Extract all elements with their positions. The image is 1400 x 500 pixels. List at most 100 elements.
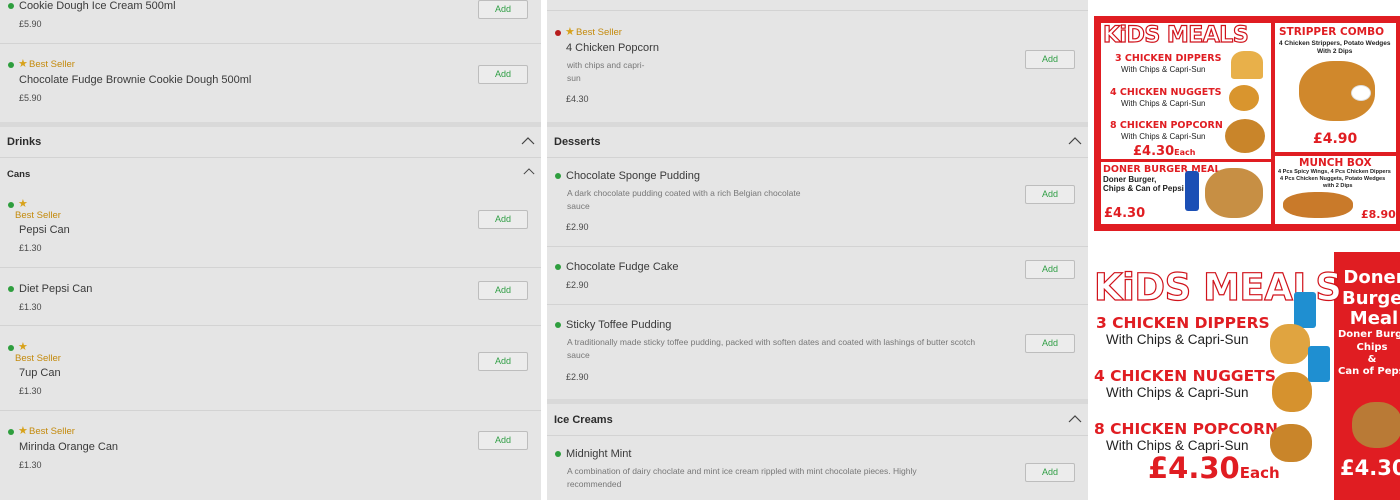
promo-price: £4.30Each — [1133, 144, 1196, 159]
add-button[interactable]: Add — [478, 352, 528, 371]
item-name: Pepsi Can — [19, 224, 70, 236]
promo-line: 4 CHICKEN NUGGETS — [1094, 367, 1276, 385]
star-icon: ★ — [18, 341, 28, 353]
section-header-drinks[interactable]: Drinks — [7, 136, 41, 149]
veg-indicator-icon — [555, 451, 561, 457]
doner-meal-title: DONER BURGER MEAL — [1103, 164, 1221, 175]
item-name: Diet Pepsi Can — [19, 283, 93, 295]
item-name: 7up Can — [19, 367, 61, 379]
doner-burger-meal-card: DONER BURGER MEAL Doner Burger, Chips & … — [1100, 161, 1272, 225]
munch-box-price: £8.90 — [1361, 208, 1396, 221]
item-description: A combination of dairy choclate and mint… — [567, 466, 917, 476]
chevron-up-icon[interactable] — [1068, 415, 1082, 423]
item-description: A dark chocolate pudding coated with a r… — [567, 188, 801, 198]
veg-indicator-icon — [8, 345, 14, 351]
munch-box-desc: 4 Pcs Spicy Wings, 4 Pcs Chicken Dippers — [1278, 169, 1391, 175]
item-name: Sticky Toffee Pudding — [566, 319, 672, 331]
veg-indicator-icon — [8, 429, 14, 435]
best-seller-badge: Best Seller — [576, 27, 622, 38]
best-seller-badge: Best Seller — [29, 426, 75, 437]
doner-side-title-3: Meal — [1349, 308, 1399, 329]
veg-indicator-icon — [555, 264, 561, 270]
doner-meal-desc: Doner Burger, — [1103, 175, 1157, 184]
item-name: 4 Chicken Popcorn — [566, 42, 659, 54]
item-description: with chips and capri- — [567, 60, 645, 70]
doner-meal-desc-cont: Chips & Can of Pepsi — [1103, 184, 1184, 193]
subsection-header-cans[interactable]: Cans — [7, 169, 30, 180]
star-icon: ★ — [18, 58, 28, 70]
munch-box-card: MUNCH BOX 4 Pcs Spicy Wings, 4 Pcs Chick… — [1274, 155, 1397, 225]
add-button[interactable]: Add — [1025, 50, 1075, 69]
doner-side-title-2: Burger — [1342, 288, 1400, 309]
item-price: £1.30 — [19, 460, 42, 470]
item-price: £2.90 — [566, 222, 589, 232]
best-seller-badge: Best Seller — [15, 353, 61, 364]
item-name: Chocolate Fudge Cake — [566, 261, 679, 273]
item-price: £1.30 — [19, 243, 42, 253]
doner-side-desc-4: Can of Pepsi — [1338, 366, 1400, 377]
item-price: £1.30 — [19, 302, 42, 312]
section-header-desserts[interactable]: Desserts — [554, 136, 600, 149]
chevron-up-icon[interactable] — [523, 168, 535, 175]
add-button[interactable]: Add — [1025, 463, 1075, 482]
item-price: £4.30 — [566, 94, 589, 104]
item-price: £5.90 — [19, 93, 42, 103]
add-button[interactable]: Add — [1025, 185, 1075, 204]
item-price: £1.30 — [19, 386, 42, 396]
doner-side-desc: Doner Burger — [1338, 329, 1400, 340]
promo-line: 8 CHICKEN POPCORN — [1094, 420, 1278, 438]
chevron-up-icon[interactable] — [521, 137, 535, 145]
stripper-combo-card: STRIPPER COMBO 4 Chicken Strippers, Pota… — [1274, 22, 1397, 153]
add-button[interactable]: Add — [1025, 260, 1075, 279]
promo-subline: With Chips & Capri-Sun — [1121, 132, 1206, 141]
star-icon: ★ — [18, 198, 28, 210]
stripper-combo-price: £4.90 — [1313, 131, 1358, 147]
best-seller-badge: Best Seller — [29, 59, 75, 70]
add-button[interactable]: Add — [478, 210, 528, 229]
add-button[interactable]: Add — [478, 431, 528, 450]
menu-panel-left: Cookie Dough Ice Cream 500ml £5.90 Add ★… — [0, 0, 541, 500]
promo-line: 3 CHICKEN DIPPERS — [1096, 314, 1270, 332]
add-button[interactable]: Add — [478, 0, 528, 19]
add-button[interactable]: Add — [478, 281, 528, 300]
veg-indicator-icon — [8, 286, 14, 292]
item-name: Mirinda Orange Can — [19, 441, 119, 453]
promo-image-kids-meals-doner: KiDS MEALS 3 CHICKEN DIPPERS With Chips … — [1094, 252, 1400, 500]
promo-line: 3 CHICKEN DIPPERS — [1115, 53, 1222, 64]
star-icon: ★ — [18, 425, 28, 437]
item-price: £5.90 — [19, 19, 42, 29]
kids-meals-banner: KiDS MEALS 3 CHICKEN DIPPERS With Chips … — [1094, 252, 1343, 500]
doner-side-price: £4.30 — [1340, 456, 1400, 480]
promo-subline: With Chips & Capri-Sun — [1106, 332, 1249, 347]
item-name: Chocolate Sponge Pudding — [566, 170, 700, 182]
promo-line: 4 CHICKEN NUGGETS — [1110, 87, 1222, 98]
promo-subline: With Chips & Capri-Sun — [1121, 65, 1206, 74]
star-icon: ★ — [565, 26, 575, 38]
stripper-combo-title: STRIPPER COMBO — [1279, 26, 1385, 38]
item-name: Cookie Dough Ice Cream 500ml — [19, 0, 176, 12]
doner-side-desc-2: Chips — [1356, 342, 1388, 353]
item-description-cont: sauce — [567, 201, 590, 211]
promo-subline: With Chips & Capri-Sun — [1106, 385, 1249, 400]
veg-indicator-icon — [8, 202, 14, 208]
item-name: Chocolate Fudge Brownie Cookie Dough 500… — [19, 74, 252, 86]
item-description-cont: sauce — [567, 350, 590, 360]
doner-side-title: Doner — [1343, 267, 1400, 288]
promo-line: 8 CHICKEN POPCORN — [1110, 120, 1223, 131]
promo-subline: With Chips & Capri-Sun — [1121, 99, 1206, 108]
stripper-combo-desc-cont: With 2 Dips — [1317, 48, 1353, 55]
doner-meal-price: £4.30 — [1104, 206, 1146, 221]
add-button[interactable]: Add — [478, 65, 528, 84]
section-header-ice-creams[interactable]: Ice Creams — [554, 414, 613, 427]
chevron-up-icon[interactable] — [1068, 137, 1082, 145]
add-button[interactable]: Add — [1025, 334, 1075, 353]
item-name: Midnight Mint — [566, 448, 632, 460]
item-description: A traditionally made sticky toffee puddi… — [567, 337, 976, 347]
menu-panel-middle: ★ Best Seller 4 Chicken Popcorn with chi… — [547, 0, 1088, 500]
munch-box-desc-cont: 4 Pcs Chicken Nuggets, Potato Wedges — [1280, 176, 1386, 182]
kids-meals-title: KiDS MEALS — [1102, 22, 1249, 48]
doner-side-desc-3: & — [1367, 354, 1377, 365]
promo-image-kids-meals-combo: KiDS MEALS 3 CHICKEN DIPPERS With Chips … — [1094, 16, 1400, 231]
best-seller-badge: Best Seller — [15, 210, 61, 221]
veg-indicator-icon — [555, 173, 561, 179]
